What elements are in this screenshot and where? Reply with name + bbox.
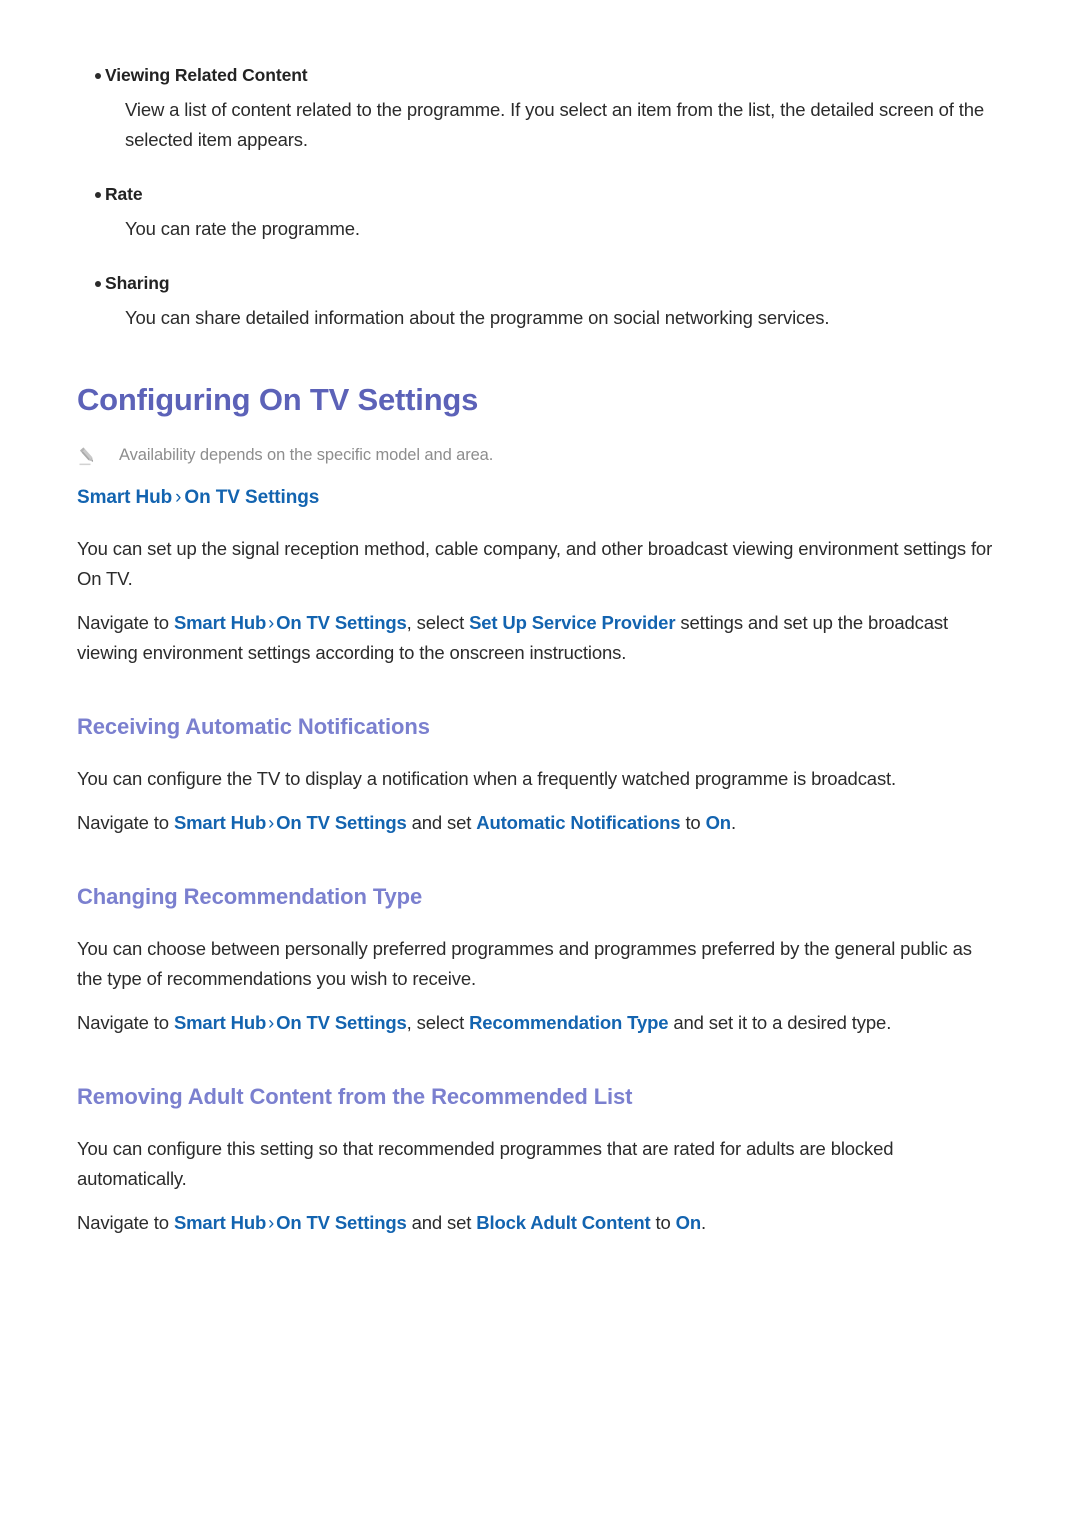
chevron-right-icon: › — [175, 487, 182, 508]
bullet-dot-icon — [77, 62, 105, 79]
availability-note: Availability depends on the specific mod… — [77, 443, 1002, 468]
nav-mid-text: , select — [406, 1012, 470, 1033]
link-on-tv-settings[interactable]: On TV Settings — [276, 1212, 407, 1233]
intro-paragraph: You can set up the signal reception meth… — [77, 538, 993, 589]
intro-navigate-paragraph: Navigate to Smart Hub › On TV Settings, se… — [77, 608, 1002, 668]
bullet-label: Viewing Related Content — [105, 65, 308, 85]
nav-lead-text: Navigate to — [77, 1212, 174, 1233]
section-paragraph: You can configure the TV to display a no… — [77, 768, 897, 789]
nav-tail-text: . — [701, 1212, 707, 1233]
link-smart-hub[interactable]: Smart Hub — [174, 1212, 266, 1233]
link-on-tv-settings[interactable]: On TV Settings — [276, 812, 407, 833]
nav-tail-text: . — [886, 1012, 892, 1033]
link-smart-hub[interactable]: Smart Hub — [174, 612, 266, 633]
bullet-label: Sharing — [105, 273, 170, 293]
bullet-body-text: You can share detailed information about… — [125, 307, 830, 328]
link-on-tv-settings[interactable]: On TV Settings — [276, 612, 407, 633]
bullet-list: Viewing Related Content View a list of c… — [77, 62, 1002, 333]
nav-mid-text: and set — [406, 812, 477, 833]
section-receiving-automatic-notifications: Receiving Automatic Notifications You ca… — [77, 712, 1002, 838]
section-paragraph: You can configure this setting so that r… — [77, 1138, 894, 1189]
link-smart-hub[interactable]: Smart Hub — [174, 812, 266, 833]
nav-mid-text: , select — [406, 612, 470, 633]
link-recommendation-type[interactable]: Recommendation Type — [469, 1012, 668, 1033]
nav-tail-text: . — [730, 812, 736, 833]
chevron-right-icon: › — [268, 812, 275, 833]
section-heading: Removing Adult Content from the Recommen… — [77, 1084, 633, 1109]
document-page: Viewing Related Content View a list of c… — [0, 0, 1080, 1527]
bullet-body-text: You can rate the programme. — [125, 218, 360, 239]
breadcrumb-item-smart-hub[interactable]: Smart Hub — [77, 487, 172, 508]
breadcrumb: Smart Hub › On TV Settings — [77, 484, 1002, 512]
nav-mid2-text: and set it to a desired type — [668, 1012, 887, 1033]
link-automatic-notifications[interactable]: Automatic Notifications — [476, 812, 680, 833]
bullet-dot-icon — [77, 181, 105, 198]
section-paragraph: You can choose between personally prefer… — [77, 938, 972, 989]
link-set-up-service-provider[interactable]: Set Up Service Provider — [469, 612, 675, 633]
nav-mid-text: and set — [406, 1212, 477, 1233]
nav-lead-text: Navigate to — [77, 812, 174, 833]
link-on-value[interactable]: On — [706, 812, 732, 833]
bullet-body-text: View a list of content related to the pr… — [125, 99, 984, 150]
nav-lead-text: Navigate to — [77, 1012, 174, 1033]
section-heading: Receiving Automatic Notifications — [77, 714, 430, 739]
nav-mid2-text: to — [650, 1212, 676, 1233]
list-item: Rate — [77, 181, 1002, 208]
link-on-tv-settings[interactable]: On TV Settings — [276, 1012, 407, 1033]
link-block-adult-content[interactable]: Block Adult Content — [476, 1212, 650, 1233]
nav-lead-text: Navigate to — [77, 612, 174, 633]
section-navigate-paragraph: Navigate to Smart Hub › On TV Settings and… — [77, 1208, 1002, 1238]
breadcrumb-item-on-tv-settings[interactable]: On TV Settings — [184, 487, 319, 508]
section-navigate-paragraph: Navigate to Smart Hub › On TV Settings, se… — [77, 1008, 1002, 1038]
page-title: Configuring On TV Settings — [77, 382, 479, 417]
list-item: Sharing — [77, 270, 1002, 297]
nav-mid2-text: to — [680, 812, 706, 833]
chevron-right-icon: › — [268, 1212, 275, 1233]
note-text: Availability depends on the specific mod… — [119, 446, 494, 464]
link-smart-hub[interactable]: Smart Hub — [174, 1012, 266, 1033]
document-content: Viewing Related Content View a list of c… — [77, 62, 1002, 1238]
bullet-label: Rate — [105, 184, 143, 204]
link-on-value[interactable]: On — [676, 1212, 702, 1233]
section-navigate-paragraph: Navigate to Smart Hub › On TV Settings and… — [77, 808, 1002, 838]
pencil-icon — [77, 443, 119, 467]
chevron-right-icon: › — [268, 612, 275, 633]
chevron-right-icon: › — [268, 1012, 275, 1033]
section-removing-adult-content: Removing Adult Content from the Recommen… — [77, 1082, 1002, 1238]
bullet-dot-icon — [77, 270, 105, 287]
section-heading: Changing Recommendation Type — [77, 884, 423, 909]
section-changing-recommendation-type: Changing Recommendation Type You can cho… — [77, 882, 1002, 1038]
list-item: Viewing Related Content — [77, 62, 1002, 89]
